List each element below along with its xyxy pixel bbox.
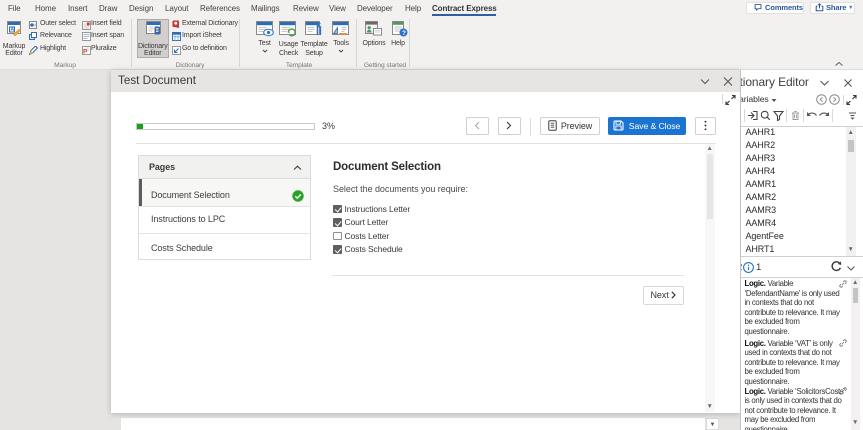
svg-text:A: A: [11, 27, 15, 33]
svg-text:?: ?: [402, 30, 406, 37]
svg-text:P: P: [83, 49, 88, 55]
